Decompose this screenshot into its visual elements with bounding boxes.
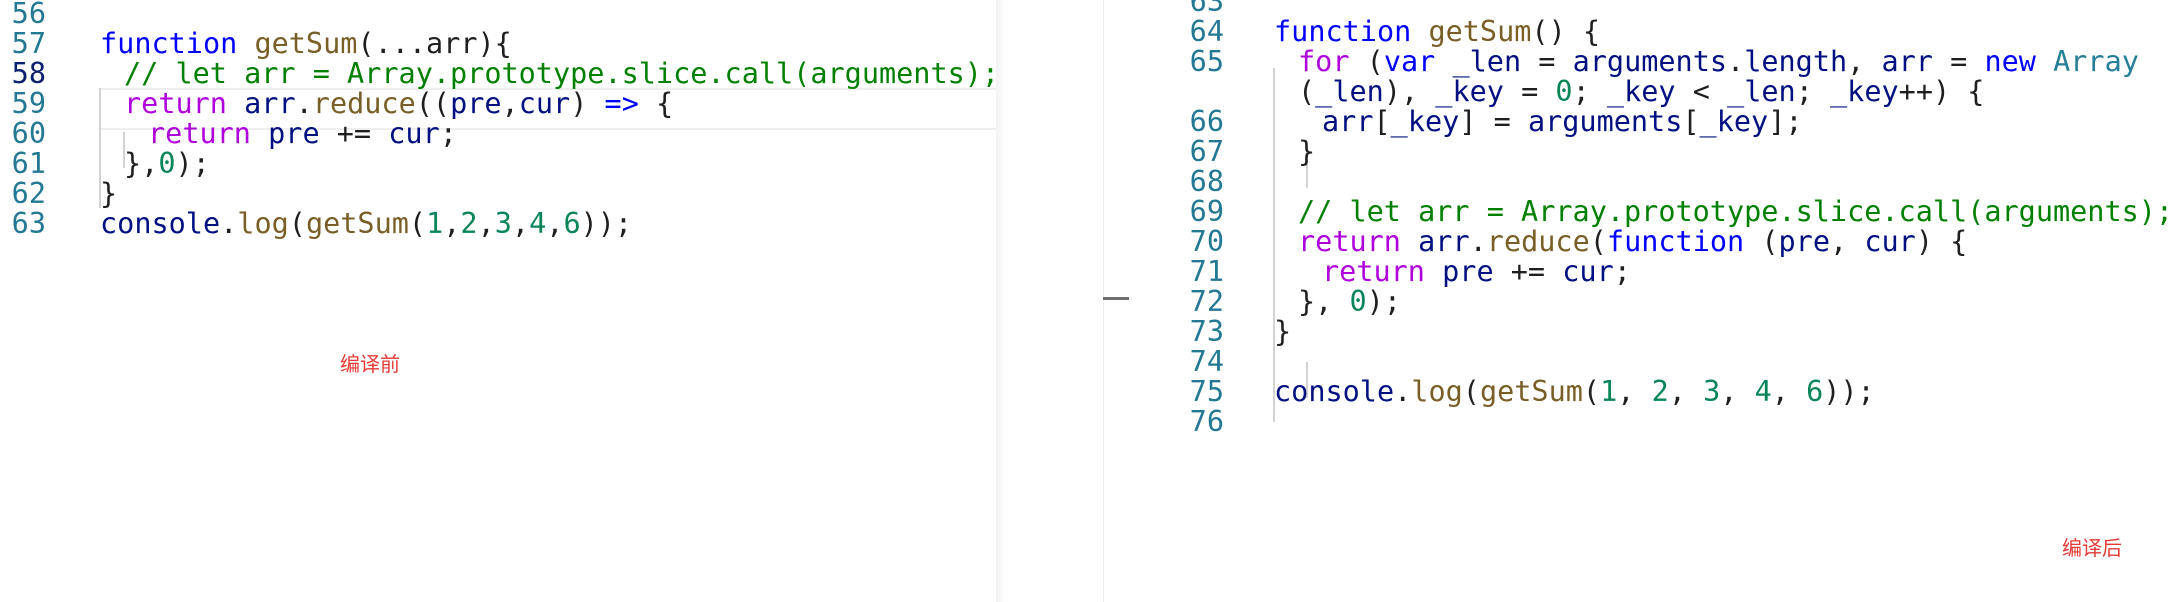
number-token: 2: [460, 207, 478, 240]
punctuation-token: (: [288, 207, 306, 240]
number-token: 3: [494, 207, 512, 240]
fold-marker-icon[interactable]: [1103, 297, 1129, 300]
editor-pane-before[interactable]: 56 57 function getSum(...arr){58// let arr…: [0, 0, 996, 602]
punctuation-token: ,: [443, 207, 461, 240]
code-text: console.log(getSum(1,2,3,4,6));: [100, 203, 632, 245]
caption-after: 编译后: [2062, 536, 2122, 560]
punctuation-token: ,: [511, 207, 530, 240]
overview-gutter[interactable]: [1103, 0, 1133, 602]
punctuation-token: .: [220, 207, 238, 240]
number-token: 1: [426, 207, 444, 240]
number-token: 6: [563, 207, 581, 240]
punctuation-token: ,: [477, 207, 495, 240]
code-line[interactable]: 63 console.log(getSum(1,2,3,4,6));: [0, 203, 996, 245]
number-token: 4: [529, 207, 547, 240]
function-name-token: log: [237, 207, 289, 240]
editor-pane-after[interactable]: 63 64 function getSum() {65 for (var _len =…: [1132, 0, 2184, 602]
punctuation-token: (: [408, 207, 427, 240]
code-line[interactable]: 76: [1132, 401, 2184, 443]
pane-divider: [996, 0, 1006, 602]
punctuation-token: ));: [580, 207, 633, 240]
line-number: 63: [11, 207, 46, 240]
punctuation-token: ,: [546, 207, 564, 240]
caption-before: 编译前: [340, 352, 400, 376]
function-name-token: getSum: [305, 207, 409, 240]
identifier-token: console: [100, 207, 221, 240]
line-number: 76: [1189, 405, 1224, 438]
